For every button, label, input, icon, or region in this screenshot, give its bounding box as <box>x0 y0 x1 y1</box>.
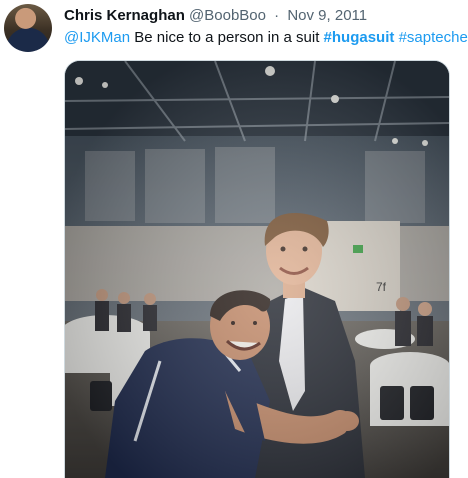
photo-image: 7f <box>65 61 449 478</box>
mention-link[interactable]: @IJKMan <box>64 29 130 46</box>
author-avatar[interactable] <box>4 4 52 52</box>
tweet-body-text: Be nice to a person in a suit <box>130 29 324 46</box>
header-separator: · <box>274 7 280 24</box>
author-name[interactable]: Chris Kernaghan <box>64 7 185 24</box>
hashtag-hugasuit[interactable]: #hugasuit <box>324 29 395 46</box>
tweet-photo[interactable]: 7f <box>64 60 450 478</box>
hashtag-saptechec[interactable]: #saptechec <box>399 29 468 46</box>
tweet-header: Chris Kernaghan @BoobBoo · Nov 9, 2011 <box>64 6 460 26</box>
tweet-text: @IJKMan Be nice to a person in a suit #h… <box>64 28 468 48</box>
tweet-date[interactable]: Nov 9, 2011 <box>287 7 367 24</box>
author-handle[interactable]: @BoobBoo <box>189 7 266 24</box>
